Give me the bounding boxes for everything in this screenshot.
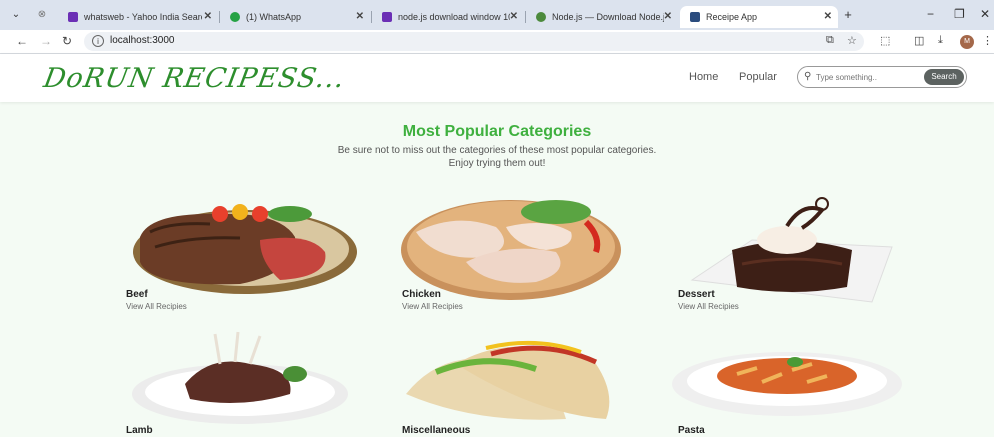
search-input[interactable] [816,70,920,85]
sidebar-icon[interactable]: ◫ [914,34,924,47]
lamb-bone-shape [213,331,262,365]
category-card-pasta[interactable]: Pasta [662,324,922,437]
tab-search-button[interactable]: ⌄ [8,8,24,22]
lettuce-shape [521,200,591,224]
pasta-image[interactable] [667,324,907,426]
browser-tab-bar: ⌄ ⊗ whatsweb - Yahoo India Search ✕ (1) … [0,0,994,30]
close-tab-icon[interactable]: ✕ [356,11,364,22]
install-app-icon[interactable]: ⧉ [826,34,834,47]
site-logo[interactable]: DoRUN RECIPESS... [41,63,347,94]
tab-receipe-app[interactable]: Receipe App ✕ [680,6,838,28]
page-subtitle: Be sure not to miss out the categories o… [337,145,657,156]
chocolate-drizzle-shape [785,206,826,230]
tomato-shape [252,206,268,222]
tab-yahoo[interactable]: whatsweb - Yahoo India Search ✕ [58,6,218,28]
yahoo-favicon-icon [68,12,78,22]
whatsapp-favicon-icon [230,12,240,22]
miscellaneous-image[interactable] [396,324,636,426]
category-card-beef[interactable]: Beef View All Recipies [110,192,370,314]
beef-image[interactable] [110,192,360,302]
category-name: Pasta [678,425,705,436]
extension-icon[interactable]: ⊗ [34,8,50,22]
new-tab-plus-icon[interactable]: + [840,8,856,22]
lamb-image[interactable] [120,324,350,426]
chicken-image[interactable] [396,192,636,304]
category-name: Chicken [402,289,441,300]
close-tab-icon[interactable]: ✕ [204,11,212,22]
forward-arrow-icon[interactable]: → [40,34,52,48]
menu-kebab-icon[interactable]: ⋮ [982,34,993,47]
back-arrow-icon[interactable]: ← [16,34,28,48]
herb-shape [283,366,307,382]
extensions-puzzle-icon[interactable]: ⬚ [880,34,890,47]
category-name: Beef [126,289,148,300]
page-title: Most Popular Categories [402,123,592,140]
close-tab-icon[interactable]: ✕ [664,11,672,22]
category-card-miscellaneous[interactable]: Miscellaneous [386,324,646,437]
yahoo-favicon-icon [382,12,392,22]
site-info-icon[interactable]: i [92,35,104,47]
pepper-shape [232,204,248,220]
reload-icon[interactable]: ↻ [62,34,72,48]
category-card-dessert[interactable]: Dessert View All Recipies [662,192,922,314]
restore-icon[interactable]: ❐ [954,7,965,21]
category-card-chicken[interactable]: Chicken View All Recipies [386,192,646,314]
search-icon: ⚲ [804,71,812,82]
app-favicon-icon [690,12,700,22]
page-subtitle-second-line: Enjoy trying them out! [448,158,546,169]
tab-node-search[interactable]: node.js download window 10 ✕ [372,6,524,28]
view-all-link[interactable]: View All Recipies [402,302,463,311]
category-name: Miscellaneous [402,425,471,436]
browser-toolbar: ← → ↻ i localhost:3000 ⧉ ☆ ⬚ ◫ ⤓ M ⋮ [0,30,994,54]
close-tab-icon[interactable]: ✕ [510,11,518,22]
category-name: Lamb [126,425,153,436]
nav-home-link[interactable]: Home [689,71,718,83]
pasta-shape [717,358,857,394]
minimize-icon[interactable]: − [927,7,934,21]
download-icon[interactable]: ⤓ [938,34,943,47]
dessert-image[interactable] [672,192,912,304]
tab-nodejs[interactable]: Node.js — Download Node.js® ✕ [526,6,678,28]
cream-shape [757,226,817,254]
greens-shape [268,206,312,222]
search-button[interactable]: Search [924,69,964,85]
nav-popular-link[interactable]: Popular [739,71,777,83]
close-tab-icon[interactable]: ✕ [824,11,832,22]
nodejs-favicon-icon [536,12,546,22]
search-form: ⚲ Search [797,66,967,88]
category-name: Dessert [678,289,715,300]
basil-shape [787,357,803,367]
address-bar[interactable]: i localhost:3000 [84,32,864,51]
view-all-link[interactable]: View All Recipies [126,302,187,311]
site-header: DoRUN RECIPESS... Home Popular ⚲ Search [0,54,994,102]
view-all-link[interactable]: View All Recipies [678,302,739,311]
bookmark-star-icon[interactable]: ☆ [847,34,857,47]
close-window-icon[interactable]: ✕ [980,7,990,21]
profile-avatar[interactable]: M [960,35,974,49]
url-text[interactable]: localhost:3000 [110,35,175,46]
tab-whatsapp[interactable]: (1) WhatsApp ✕ [220,6,370,28]
tomato-shape [212,206,228,222]
category-card-lamb[interactable]: Lamb [110,324,370,437]
